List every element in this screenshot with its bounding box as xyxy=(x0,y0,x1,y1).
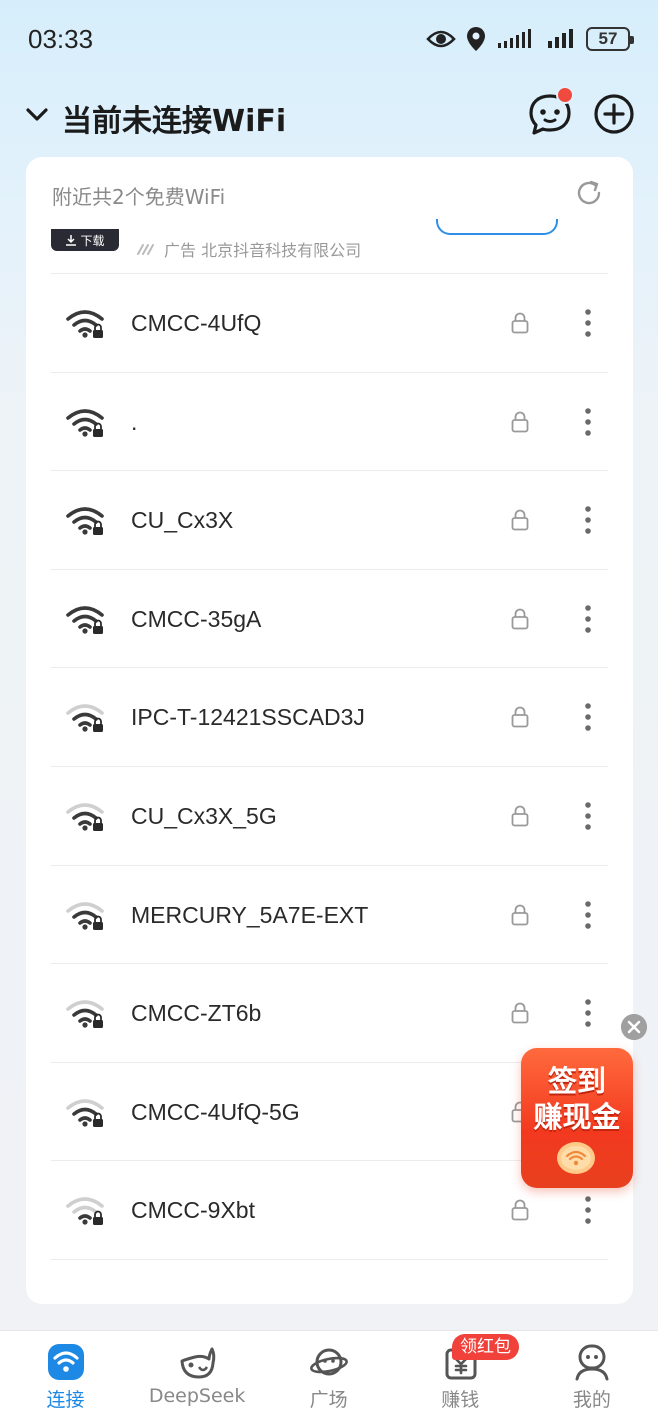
lock-icon xyxy=(511,706,529,728)
list-divider xyxy=(51,1258,608,1260)
wifi-signal-icon xyxy=(65,1195,105,1227)
lock-icon xyxy=(511,904,529,926)
header: 当前未连接WiFi xyxy=(0,86,658,146)
planet-icon xyxy=(310,1343,349,1381)
wifi-network-row[interactable]: CMCC-35gA xyxy=(51,568,608,668)
wifi-ssid: CU_Cx3X xyxy=(131,507,234,534)
ad-sponsor: 广告 北京抖音科技有限公司 xyxy=(136,237,361,261)
page-title[interactable]: 当前未连接WiFi xyxy=(62,96,286,140)
more-options-icon[interactable] xyxy=(579,407,597,437)
promo-line2: 赚现金 xyxy=(533,1100,621,1134)
status-bar: 03:33 57 xyxy=(0,0,658,80)
more-options-icon[interactable] xyxy=(579,604,597,634)
more-options-icon[interactable] xyxy=(579,998,597,1028)
whale-icon xyxy=(179,1343,217,1381)
ad-sponsor-text: 广告 北京抖音科技有限公司 xyxy=(164,241,362,260)
wifi-network-row[interactable]: CMCC-4UfQ xyxy=(51,273,608,372)
tab-wifi[interactable]: 连接 xyxy=(0,1331,131,1416)
wifi-network-row[interactable]: CU_Cx3X xyxy=(51,470,608,569)
more-options-icon[interactable] xyxy=(579,308,597,338)
wifi-ssid: CMCC-4UfQ-5G xyxy=(131,1098,300,1125)
wifi-ssid: IPC-T-12421SSCAD3J xyxy=(131,704,365,731)
tab-planet[interactable]: 广场 xyxy=(263,1331,394,1416)
status-time: 03:33 xyxy=(28,24,94,54)
battery-icon: 57 xyxy=(586,27,634,51)
checkin-promo[interactable]: 签到 赚现金 xyxy=(521,1048,633,1188)
eye-icon xyxy=(426,30,456,48)
lock-icon xyxy=(511,1199,529,1221)
ad-download-label: 下载 xyxy=(80,233,105,248)
wifi-signal-icon xyxy=(65,801,105,833)
chevron-down-icon[interactable] xyxy=(24,102,50,128)
wifi-ssid: CMCC-4UfQ xyxy=(131,310,262,336)
wifi-network-row[interactable]: MERCURY_5A7E-EXT xyxy=(51,864,608,964)
bottom-tab-bar: 连接 DeepSeek 广场 赚钱 我的 xyxy=(0,1330,658,1416)
lock-icon xyxy=(511,608,529,630)
ad-banner[interactable]: 下载 广告 北京抖音科技有限公司 xyxy=(26,219,633,273)
ad-thumbnail[interactable]: 下载 xyxy=(51,229,119,251)
wifi-signal-icon xyxy=(65,1097,105,1129)
more-options-icon[interactable] xyxy=(579,1195,597,1225)
wifi-network-row[interactable]: . xyxy=(51,371,608,471)
lock-icon xyxy=(511,1002,529,1024)
wifi-ssid: . xyxy=(131,408,138,435)
download-icon xyxy=(66,235,77,246)
lock-icon xyxy=(511,312,529,334)
lock-icon xyxy=(511,805,529,827)
battery-level: 57 xyxy=(598,29,618,48)
wifi-signal-icon xyxy=(65,900,105,932)
wifi-signal-icon xyxy=(65,505,105,537)
more-options-icon[interactable] xyxy=(579,702,597,732)
ad-logo-icon xyxy=(137,244,154,255)
profile-icon xyxy=(573,1343,611,1381)
signal-icon xyxy=(548,29,573,48)
add-circle-icon[interactable] xyxy=(592,92,636,136)
wifi-ssid: CMCC-ZT6b xyxy=(131,1000,262,1027)
more-options-icon[interactable] xyxy=(579,801,597,831)
tab-label: 我的 xyxy=(572,1389,611,1411)
tab-label: 连接 xyxy=(46,1389,85,1411)
tab-label: 赚钱 xyxy=(441,1389,480,1411)
wifi-coin-icon xyxy=(557,1142,595,1174)
wifi-signal-icon xyxy=(65,702,105,734)
notification-dot xyxy=(556,86,574,104)
wifi-signal-icon xyxy=(65,407,105,439)
more-options-icon[interactable] xyxy=(579,900,597,930)
status-icons: 57 xyxy=(426,24,634,54)
wifi-icon xyxy=(47,1343,85,1381)
location-icon xyxy=(467,27,485,51)
tab-whale[interactable]: DeepSeek xyxy=(132,1331,263,1416)
tab-profile[interactable]: 我的 xyxy=(526,1331,657,1416)
wifi-ssid: CU_Cx3X_5G xyxy=(131,802,277,829)
tab-label: DeepSeek xyxy=(148,1385,246,1407)
wifi-signal-icon xyxy=(65,998,105,1030)
wifi-network-row[interactable]: CU_Cx3X_5G xyxy=(51,765,608,865)
close-icon[interactable] xyxy=(621,1014,647,1040)
wifi-ssid: MERCURY_5A7E-EXT xyxy=(131,901,369,928)
signal-icon xyxy=(498,29,531,48)
wifi-network-row[interactable]: CMCC-ZT6b xyxy=(51,963,608,1062)
wifi-signal-icon xyxy=(65,604,105,636)
card-title: 附近共2个免费WiFi xyxy=(52,185,226,209)
more-options-icon[interactable] xyxy=(579,505,597,535)
lock-icon xyxy=(511,411,529,433)
tab-label: 广场 xyxy=(309,1389,348,1411)
wifi-network-row[interactable]: IPC-T-12421SSCAD3J xyxy=(51,667,608,766)
wifi-ssid: CMCC-35gA xyxy=(131,605,262,632)
wifi-ssid: CMCC-9Xbt xyxy=(131,1197,255,1224)
wifi-signal-icon xyxy=(65,308,105,340)
ad-action-button[interactable] xyxy=(436,219,558,235)
refresh-icon[interactable] xyxy=(575,179,603,207)
lock-icon xyxy=(511,509,529,531)
red-packet-badge[interactable]: 领红包 xyxy=(452,1334,519,1360)
